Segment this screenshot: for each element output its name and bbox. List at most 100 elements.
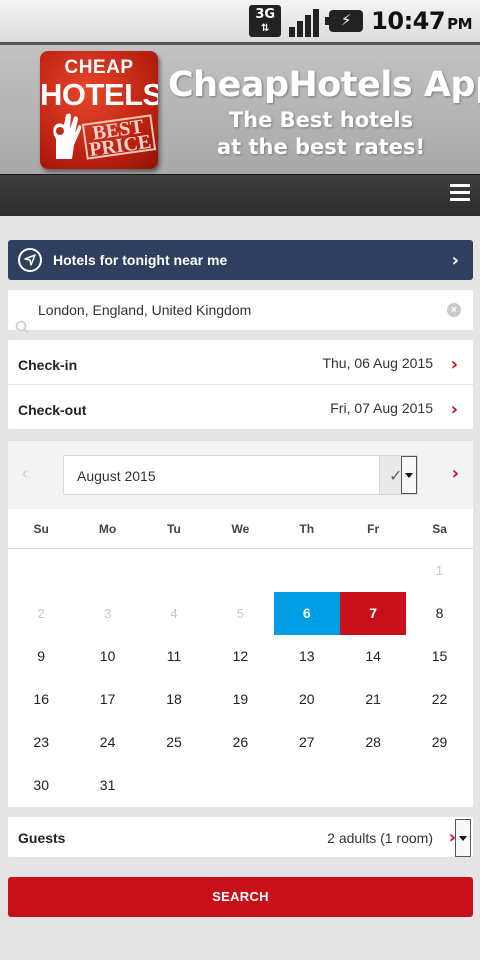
calendar-day[interactable]: 9	[8, 635, 74, 678]
date-selector: Check-in Thu, 06 Aug 2015 › Check-out Fr…	[8, 340, 473, 429]
calendar-week: 2 3 4 5 678	[8, 592, 473, 635]
calendar-day-disabled: 4	[170, 606, 178, 621]
calendar-day[interactable]: 19	[207, 678, 273, 721]
app-logo: CHEAP HOTELS BEST PRICE	[40, 51, 158, 169]
calendar-day[interactable]: 12	[207, 635, 273, 678]
app-subtitle: The Best hotels at the best rates!	[176, 107, 466, 161]
checkout-label: Check-out	[18, 402, 87, 418]
app-banner: CHEAP HOTELS BEST PRICE CheapHotels App …	[0, 42, 480, 174]
destination-value[interactable]: London, England, United Kingdom	[38, 302, 251, 318]
weekday-label: Mo	[98, 522, 117, 536]
calendar-day[interactable]: 30	[8, 764, 74, 807]
calendar-day[interactable]: 24	[74, 721, 140, 764]
calendar-empty-cell	[141, 549, 207, 592]
signal-icon	[289, 5, 321, 37]
location-arrow-icon	[18, 248, 42, 272]
calendar-empty-cell	[274, 549, 340, 592]
weekday-label: Th	[299, 522, 315, 536]
calendar-day[interactable]: 31	[74, 764, 140, 807]
calendar-day[interactable]: 28	[340, 721, 406, 764]
hotels-near-me-button[interactable]: Hotels for tonight near me ›	[8, 240, 473, 280]
month-select-value: August 2015	[77, 468, 156, 484]
dropdown-arrow-icon[interactable]	[455, 819, 471, 857]
menu-icon[interactable]	[450, 184, 470, 202]
calendar-day[interactable]: 8	[406, 592, 472, 635]
calendar-day-checkout[interactable]: 7	[339, 592, 407, 635]
dropdown-arrow-icon	[401, 456, 417, 494]
calendar-day[interactable]: 18	[141, 678, 207, 721]
calendar-day[interactable]: 23	[8, 721, 74, 764]
calendar-day[interactable]: 25	[141, 721, 207, 764]
calendar-day[interactable]: 20	[274, 678, 340, 721]
calendar-week: 1	[8, 549, 473, 592]
search-icon	[15, 320, 29, 334]
app-title: CheapHotels App	[168, 65, 480, 105]
checkin-row[interactable]: Check-in Thu, 06 Aug 2015 ›	[8, 340, 473, 384]
battery-charging-icon: ⚡	[325, 10, 364, 32]
clock-ampm: PM	[447, 15, 472, 33]
network-3g-icon: 3G ⇅	[249, 5, 282, 37]
calendar-day[interactable]: 21	[340, 678, 406, 721]
calendar-empty-cell	[74, 549, 140, 592]
checkout-row[interactable]: Check-out Fri, 07 Aug 2015 ›	[8, 385, 473, 429]
calendar-day[interactable]: 22	[406, 678, 472, 721]
checkin-label: Check-in	[18, 357, 78, 373]
calendar-empty-cell	[274, 764, 340, 807]
guests-label: Guests	[18, 830, 66, 846]
subtitle-line-2: at the best rates!	[216, 135, 426, 159]
calendar-day[interactable]: 27	[274, 721, 340, 764]
chevron-right-icon: ›	[450, 354, 458, 375]
logo-text-hotels: HOTELS	[40, 77, 158, 112]
chevron-right-icon: ›	[451, 250, 459, 271]
hotels-near-me-label: Hotels for tonight near me	[53, 252, 228, 268]
calendar-empty-cell	[340, 549, 406, 592]
calendar-empty-cell	[207, 764, 273, 807]
calendar-day[interactable]: 11	[141, 635, 207, 678]
clear-search-icon[interactable]: ×	[447, 303, 461, 317]
calendar-header: ‹ August 2015 ✓ ›	[8, 441, 473, 509]
calendar-empty-cell	[141, 764, 207, 807]
calendar-day-disabled: 1	[435, 563, 444, 578]
guests-selector[interactable]: Guests 2 adults (1 room) ›	[8, 817, 473, 857]
calendar-day[interactable]: 15	[406, 635, 472, 678]
checkin-value: Thu, 06 Aug 2015	[322, 355, 433, 371]
calendar-day-disabled: 3	[103, 606, 112, 621]
calendar: ‹ August 2015 ✓ › Su Mo Tu We Th Fr Sa 1234567…	[8, 441, 473, 807]
search-button[interactable]: SEARCH	[8, 877, 473, 917]
calendar-grid: 1 2 3 4 5 6 7 8 9 10 11 12 13 14 15 16 17 18 19 20 21 22 23 24 2…	[8, 549, 473, 807]
prev-month-icon[interactable]: ‹	[22, 463, 28, 484]
calendar-day[interactable]: 16	[8, 678, 74, 721]
weekday-label: We	[231, 522, 250, 536]
clock-time: 10:47	[371, 7, 446, 35]
calendar-week: 9 10 11 12 13 14 15	[8, 635, 473, 678]
calendar-day[interactable]: 13	[274, 635, 340, 678]
weekday-header: Su Mo Tu We Th Fr Sa	[8, 509, 473, 549]
network-label: 3G	[255, 7, 276, 22]
month-dropdown[interactable]: ✓	[379, 456, 417, 494]
calendar-empty-cell	[8, 549, 74, 592]
ok-hand-icon	[53, 113, 82, 159]
next-month-icon[interactable]: ›	[452, 463, 459, 484]
calendar-day[interactable]: 17	[74, 678, 140, 721]
calendar-empty-cell	[207, 549, 273, 592]
calendar-day[interactable]: 29	[406, 721, 472, 764]
logo-stamp-best-price: BEST PRICE	[81, 114, 157, 161]
status-bar: 3G ⇅ ⚡ 10:47 PM	[0, 0, 480, 42]
destination-search-field[interactable]: London, England, United Kingdom ×	[8, 290, 473, 334]
subtitle-line-1: The Best hotels	[228, 108, 414, 132]
weekday-label: Sa	[432, 522, 447, 536]
month-select[interactable]: August 2015 ✓	[63, 455, 418, 495]
calendar-day-checkin[interactable]: 6	[273, 592, 340, 635]
calendar-empty-cell	[406, 764, 472, 807]
calendar-week: 16 17 18 19 20 21 22	[8, 678, 473, 721]
calendar-day[interactable]: 14	[340, 635, 406, 678]
calendar-week: 23 24 25 26 27 28 29	[8, 721, 473, 764]
calendar-empty-cell	[340, 764, 406, 807]
weekday-label: Su	[33, 522, 49, 536]
calendar-day[interactable]: 26	[207, 721, 273, 764]
checkout-value: Fri, 07 Aug 2015	[330, 400, 433, 416]
guests-value: 2 adults (1 room)	[327, 830, 433, 846]
calendar-day[interactable]: 10	[74, 635, 140, 678]
logo-text-cheap: CHEAP	[64, 57, 134, 78]
weekday-label: Fr	[367, 522, 380, 536]
